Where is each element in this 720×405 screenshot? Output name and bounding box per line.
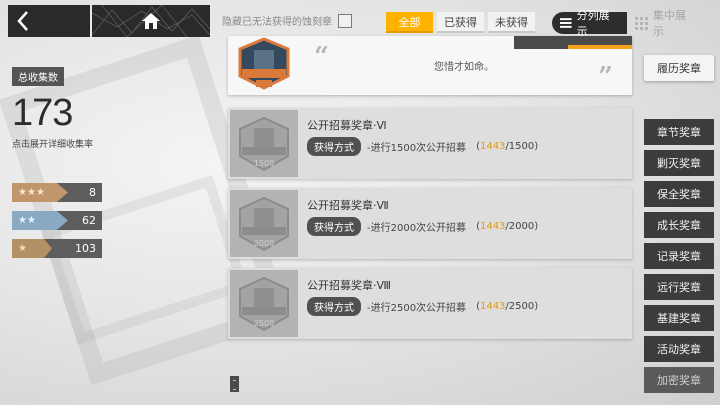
progress-current: 1443 xyxy=(479,221,506,232)
medal-requirement: 获得方式 -进行2500次公开招募 (1443/2500) xyxy=(307,297,538,316)
total-collected-count: 173 xyxy=(12,92,73,134)
requirement-text: -进行2000次公开招募 xyxy=(367,223,467,234)
hide-unobtainable-toggle[interactable]: 隐藏已无法获得的蚀刻章 xyxy=(222,13,352,28)
progress-target: /2500) xyxy=(505,301,539,312)
category-tab-log[interactable]: 记录奖章 xyxy=(644,243,714,269)
medal-name: 公开招募奖章·Ⅵ xyxy=(307,119,387,132)
acquisition-method-tag: 获得方式 xyxy=(307,297,361,316)
list-icon xyxy=(560,18,572,28)
medal-card[interactable]: 2000 公开招募奖章·Ⅶ 获得方式 -进行2000次公开招募 (1443/20… xyxy=(228,188,632,259)
medal-badge-icon: 2000 xyxy=(230,190,298,257)
close-quote-icon: ” xyxy=(598,62,613,92)
category-tab-chapter[interactable]: 章节奖章 xyxy=(644,119,714,145)
open-quote-icon: “ xyxy=(314,42,329,72)
category-tab-encrypted[interactable]: 加密奖章 xyxy=(644,367,714,393)
medal-badge-icon: 1500 xyxy=(230,110,298,177)
two-star-count: 62 xyxy=(82,214,96,227)
medal-quote-text: 您惜才如命。 xyxy=(434,62,494,73)
category-tab-annihilation[interactable]: 剿灭奖章 xyxy=(644,150,714,176)
category-tab-record[interactable]: 履历奖章 xyxy=(644,55,714,81)
medal-badge-icon: 2500 xyxy=(230,270,298,337)
acquisition-method-tag: 获得方式 xyxy=(307,137,361,156)
collection-stats[interactable]: 总收集数 173 点击展开详细收集率 ★★★ 8 ★★ 62 ★ 103 xyxy=(12,66,112,258)
view-split-tab[interactable]: 分列展示 xyxy=(552,9,627,38)
three-star-badge: ★★★ xyxy=(12,183,68,202)
view-mode-tabs: 分列展示 集中展示 xyxy=(552,9,697,38)
one-star-count: 103 xyxy=(75,242,96,255)
medal-requirement: 获得方式 -进行1500次公开招募 (1443/1500) xyxy=(307,137,538,156)
medal-1500-color-icon xyxy=(228,36,300,95)
one-star-badge: ★ xyxy=(12,239,52,258)
category-tab-security[interactable]: 保全奖章 xyxy=(644,181,714,207)
view-combined-tab[interactable]: 集中展示 xyxy=(627,9,697,38)
grid-icon xyxy=(635,16,648,30)
rarity-row-3star: ★★★ 8 xyxy=(12,183,102,202)
home-button[interactable] xyxy=(92,5,210,37)
rarity-row-2star: ★★ 62 xyxy=(12,211,102,230)
category-tab-base[interactable]: 基建奖章 xyxy=(644,305,714,331)
medal-badge-number: 2500 xyxy=(254,319,274,328)
total-collected-label: 总收集数 xyxy=(12,67,64,86)
medal-card[interactable]: 2500 公开招募奖章·Ⅷ 获得方式 -进行2500次公开招募 (1443/25… xyxy=(228,268,632,339)
medal-quote-card: “ 您惜才如命。 ” xyxy=(228,36,632,95)
requirement-text: -进行2500次公开招募 xyxy=(367,303,467,314)
three-star-count: 8 xyxy=(89,186,96,199)
category-tab-event[interactable]: 活动奖章 xyxy=(644,336,714,362)
progress-current: 1443 xyxy=(479,301,506,312)
medal-name: 公开招募奖章·Ⅷ xyxy=(307,279,391,292)
progress-current: 1443 xyxy=(479,141,506,152)
view-split-label: 分列展示 xyxy=(576,9,610,38)
scroll-handle[interactable] xyxy=(230,376,239,392)
two-star-badge: ★★ xyxy=(12,211,68,230)
category-tab-expedition[interactable]: 远行奖章 xyxy=(644,274,714,300)
progress-target: /2000) xyxy=(505,221,539,232)
hide-unobtainable-label: 隐藏已无法获得的蚀刻章 xyxy=(222,17,332,28)
medal-badge-number: 1500 xyxy=(254,159,274,168)
filter-unobtained-tab[interactable]: 未获得 xyxy=(488,12,535,33)
home-icon xyxy=(142,13,160,29)
filter-all-tab[interactable]: 全部 xyxy=(386,12,433,33)
medal-requirement: 获得方式 -进行2000次公开招募 (1443/2000) xyxy=(307,217,538,236)
category-tab-growth[interactable]: 成长奖章 xyxy=(644,212,714,238)
filter-obtained-tab[interactable]: 已获得 xyxy=(437,12,484,33)
progress-target: /1500) xyxy=(505,141,539,152)
rarity-row-1star: ★ 103 xyxy=(12,239,102,258)
view-combined-label: 集中展示 xyxy=(653,9,686,38)
requirement-text: -进行1500次公开招募 xyxy=(367,143,467,154)
medal-card[interactable]: 1500 公开招募奖章·Ⅵ 获得方式 -进行1500次公开招募 (1443/15… xyxy=(228,108,632,179)
medal-name: 公开招募奖章·Ⅶ xyxy=(307,199,389,212)
quote-card-orange-bar xyxy=(568,45,632,49)
acquisition-method-tag: 获得方式 xyxy=(307,217,361,236)
medal-badge-number: 2000 xyxy=(254,239,274,248)
chevron-left-icon xyxy=(17,11,28,31)
expand-detail-hint: 点击展开详细收集率 xyxy=(12,140,94,150)
back-button[interactable] xyxy=(8,5,90,37)
hide-unobtainable-checkbox[interactable] xyxy=(338,13,352,28)
filter-tabs: 全部 已获得 未获得 xyxy=(386,12,535,33)
